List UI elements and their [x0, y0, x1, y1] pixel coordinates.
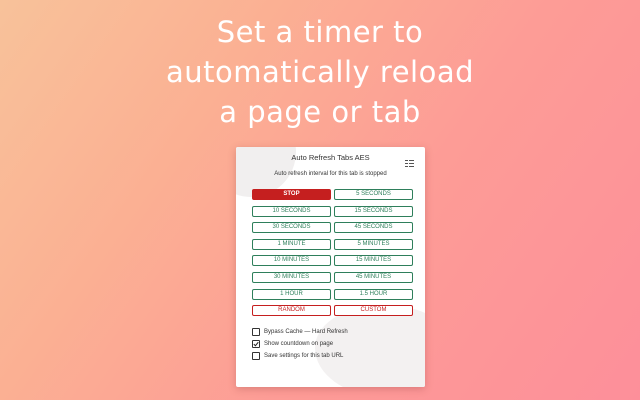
save-settings-option[interactable]: Save settings for this tab URL — [252, 351, 343, 360]
headline-line-2: automatically reload — [165, 55, 475, 89]
headline-line-3: a page or tab — [219, 95, 421, 129]
interval-15-seconds-button[interactable]: 15 SECONDS — [334, 206, 413, 217]
bypass-cache-option[interactable]: Bypass Cache — Hard Refresh — [252, 327, 348, 336]
interval-1-hour-button[interactable]: 1 HOUR — [252, 289, 331, 300]
headline-line-1: Set a timer to — [216, 15, 424, 49]
show-countdown-label: Show countdown on page — [264, 340, 334, 347]
custom-interval-button[interactable]: CUSTOM — [334, 305, 413, 316]
random-interval-button[interactable]: RANDOM — [252, 305, 331, 316]
interval-5-seconds-button[interactable]: 5 SECONDS — [334, 189, 413, 200]
interval-1-minute-button[interactable]: 1 MINUTE — [252, 239, 331, 250]
bypass-cache-label: Bypass Cache — Hard Refresh — [264, 328, 348, 335]
menu-icon[interactable] — [405, 155, 414, 167]
interval-10-minutes-button[interactable]: 10 MINUTES — [252, 255, 331, 266]
show-countdown-checkbox[interactable] — [252, 339, 260, 348]
interval-45-seconds-button[interactable]: 45 SECONDS — [334, 222, 413, 233]
interval-45-minutes-button[interactable]: 45 MINUTES — [334, 272, 413, 283]
interval-10-seconds-button[interactable]: 10 SECONDS — [252, 206, 331, 217]
bypass-cache-checkbox[interactable] — [252, 327, 260, 336]
interval-1-5-hour-button[interactable]: 1.5 HOUR — [334, 289, 413, 300]
interval-30-seconds-button[interactable]: 30 SECONDS — [252, 222, 331, 233]
save-settings-label: Save settings for this tab URL — [264, 352, 344, 359]
show-countdown-option[interactable]: Show countdown on page — [252, 339, 333, 348]
checkmark-icon — [253, 341, 259, 346]
interval-5-minutes-button[interactable]: 5 MINUTES — [334, 239, 413, 250]
stop-button[interactable]: STOP — [252, 189, 331, 200]
headline: Set a timer to automatically reload a pa… — [0, 12, 640, 132]
extension-popup: Auto Refresh Tabs AES Auto refresh inter… — [236, 147, 425, 387]
interval-15-minutes-button[interactable]: 15 MINUTES — [334, 255, 413, 266]
status-text: Auto refresh interval for this tab is st… — [274, 171, 387, 177]
interval-30-minutes-button[interactable]: 30 MINUTES — [252, 272, 331, 283]
popup-title: Auto Refresh Tabs AES — [291, 153, 370, 162]
save-settings-checkbox[interactable] — [252, 351, 260, 360]
